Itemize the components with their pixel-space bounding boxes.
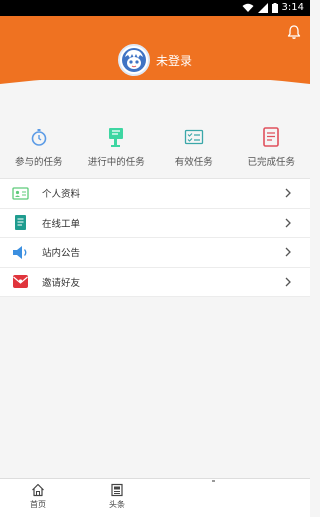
nav-indicator-dot [212, 480, 215, 482]
task-participated[interactable]: 参与的任务 [0, 126, 78, 176]
speaker-icon [12, 244, 29, 261]
status-bar: 3:14 [0, 0, 310, 16]
menu-item-label: 个人资料 [42, 189, 81, 201]
flag-icon [109, 128, 124, 147]
task-shortcuts: 参与的任务 进行中的任务 有效任务 已完成任务 [0, 126, 310, 176]
menu-item-invite[interactable]: 邀请好友 [0, 268, 310, 297]
wifi-icon [242, 3, 254, 12]
menu-item-label: 在线工单 [42, 218, 81, 230]
bottom-navigation: 首页 头条 [0, 478, 310, 517]
newspaper-icon [111, 483, 123, 497]
battery-icon [271, 3, 278, 13]
menu-item-profile[interactable]: 个人资料 [0, 179, 310, 209]
nav-label: 首页 [30, 500, 46, 509]
task-valid[interactable]: 有效任务 [155, 126, 233, 176]
menu-list: 个人资料 在线工单 站内公告 邀请好友 [0, 178, 310, 297]
nav-headlines[interactable]: 头条 [97, 483, 137, 510]
menu-item-label: 站内公告 [42, 248, 81, 260]
book-icon [263, 127, 280, 147]
login-status-text[interactable]: 未登录 [156, 52, 192, 69]
bell-icon[interactable] [286, 24, 302, 40]
timer-icon [31, 129, 47, 146]
avatar[interactable] [117, 44, 150, 76]
checklist-icon [184, 129, 203, 145]
home-icon [32, 483, 44, 497]
chevron-right-icon [285, 188, 291, 198]
avatar-face-icon [121, 48, 146, 72]
menu-item-tickets[interactable]: 在线工单 [0, 209, 310, 238]
task-label: 参与的任务 [14, 157, 63, 168]
document-icon [12, 214, 29, 231]
nav-label: 头条 [109, 500, 125, 509]
task-label: 进行中的任务 [87, 157, 145, 168]
menu-item-label: 邀请好友 [42, 277, 81, 289]
chevron-right-icon [285, 218, 291, 228]
nav-home[interactable]: 首页 [18, 483, 58, 510]
task-completed[interactable]: 已完成任务 [233, 126, 311, 176]
gift-envelope-icon [12, 273, 29, 290]
task-label: 已完成任务 [247, 157, 295, 168]
chevron-right-icon [285, 247, 291, 257]
chevron-right-icon [285, 277, 291, 287]
id-card-icon [12, 185, 29, 202]
task-in-progress[interactable]: 进行中的任务 [78, 126, 156, 176]
task-label: 有效任务 [174, 157, 213, 168]
signal-icon [257, 3, 268, 13]
status-time: 3:14 [281, 2, 304, 13]
user-login-area[interactable]: 未登录 [0, 42, 310, 78]
menu-item-announcements[interactable]: 站内公告 [0, 238, 310, 268]
